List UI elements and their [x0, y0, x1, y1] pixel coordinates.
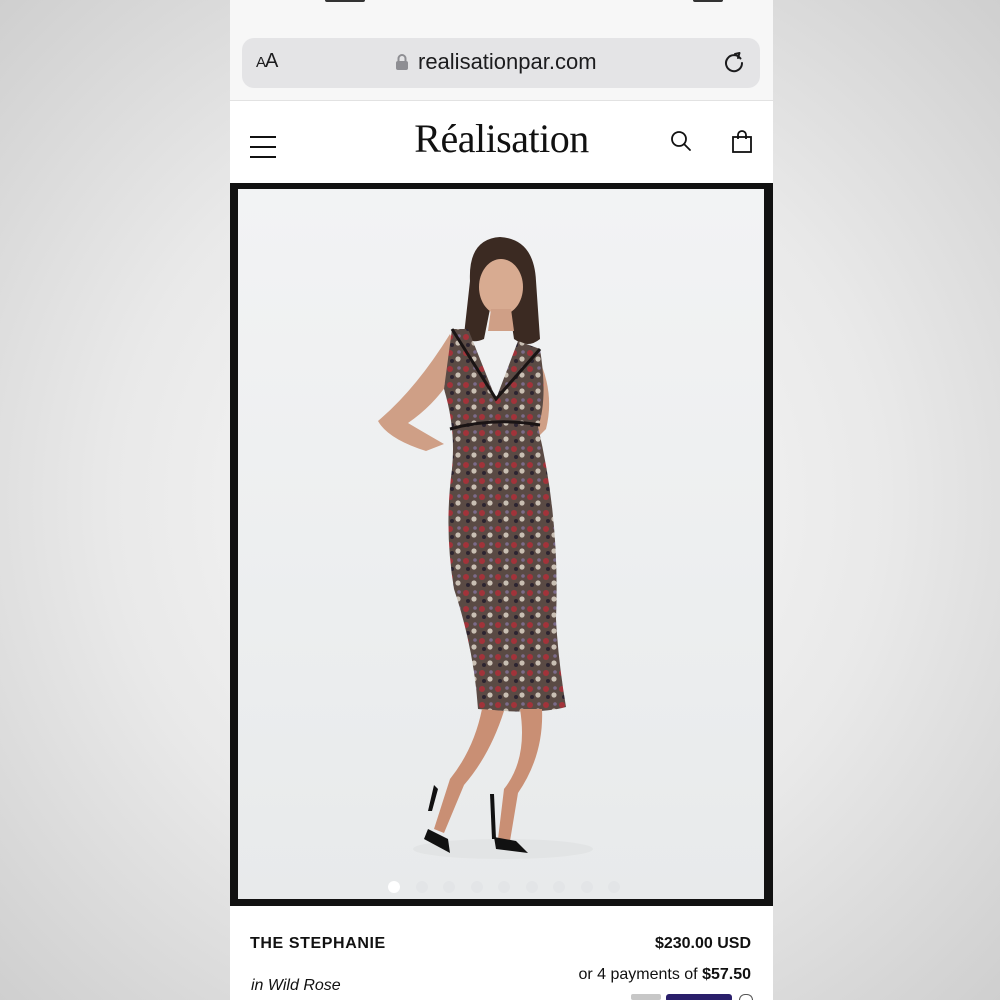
carousel-dot[interactable]: [415, 881, 428, 893]
product-image-frame: [230, 183, 773, 906]
reload-icon[interactable]: [722, 50, 746, 74]
payment-provider-row[interactable]: [631, 994, 753, 1000]
lock-icon: [396, 54, 408, 70]
address-bar[interactable]: AA realisationpar.com: [242, 38, 760, 88]
product-price: $230.00 USD: [654, 935, 751, 952]
carousel-dot[interactable]: [470, 881, 483, 893]
text-size-large-label: A: [265, 50, 278, 72]
installment-amount: $57.50: [702, 966, 751, 983]
product-image[interactable]: [238, 189, 764, 899]
model-photo: [378, 237, 593, 859]
carousel-dot[interactable]: [553, 881, 565, 893]
carousel-dot[interactable]: [608, 881, 620, 893]
url-text[interactable]: realisationpar.com: [418, 49, 597, 75]
text-size-small-label: A: [256, 54, 266, 71]
installment-prefix: or 4 payments of: [578, 966, 703, 983]
product-name: THE STEPHANIE: [250, 935, 386, 952]
browser-toolbar: AA realisationpar.com: [230, 0, 773, 101]
shopping-bag-icon[interactable]: [731, 130, 753, 154]
installment-text: or 4 payments of $57.50: [578, 966, 751, 984]
carousel-dot[interactable]: [525, 881, 538, 893]
carousel-dot[interactable]: [498, 881, 510, 893]
payment-provider-logo: [666, 994, 732, 1000]
carousel-dot[interactable]: [388, 881, 400, 893]
payment-with-fragment: [631, 994, 661, 1000]
search-icon[interactable]: [670, 130, 692, 152]
status-bar-time: [325, 0, 365, 4]
text-size-button[interactable]: AA: [256, 50, 278, 73]
status-bar-battery: [693, 0, 723, 4]
info-icon[interactable]: [739, 994, 753, 1000]
product-info: THE STEPHANIE in Wild Rose $230.00 USD o…: [230, 906, 773, 1000]
site-header: Réalisation: [230, 101, 773, 183]
carousel-dots: [388, 881, 628, 893]
carousel-dot[interactable]: [580, 881, 593, 893]
phone-screen: AA realisationpar.com Réalisation THE ST…: [230, 0, 773, 1000]
product-colorway: in Wild Rose: [251, 977, 341, 994]
carousel-dot[interactable]: [443, 881, 455, 893]
